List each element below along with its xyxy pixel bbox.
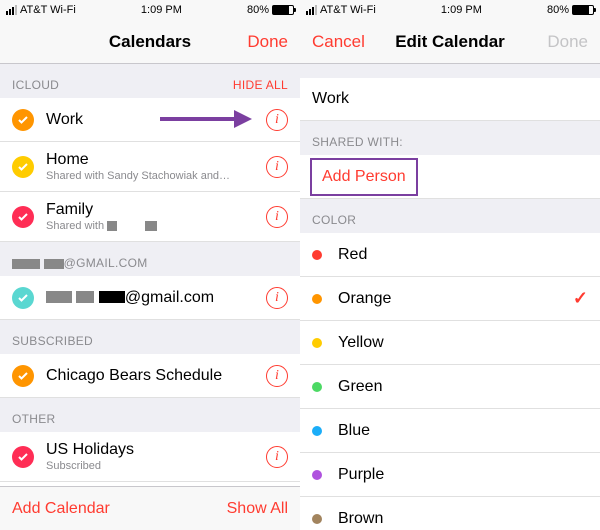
info-icon[interactable]: i [266,109,288,131]
color-row-green[interactable]: Green [300,365,600,409]
color-row-yellow[interactable]: Yellow [300,321,600,365]
cancel-button[interactable]: Cancel [312,32,365,52]
color-swatch [312,382,322,392]
color-swatch [312,470,322,480]
name-input[interactable] [312,90,588,108]
section-header-icloud: ICLOUD HIDE ALL [0,64,300,98]
info-icon[interactable]: i [266,287,288,309]
bottom-toolbar: Add Calendar Show All [0,486,300,530]
status-bar: AT&T Wi-Fi 1:09 PM 80% [300,0,600,20]
color-swatch [312,426,322,436]
done-button[interactable]: Done [247,32,288,52]
checkmark-icon: ✓ [573,288,588,309]
color-row-brown[interactable]: Brown [300,497,600,530]
hide-all-button[interactable]: HIDE ALL [233,78,288,92]
calendar-row-bears[interactable]: Chicago Bears Schedule i [0,354,300,398]
info-icon[interactable]: i [266,206,288,228]
calendar-row-birthdays[interactable]: Birthdays [0,482,300,486]
calendars-screen: AT&T Wi-Fi 1:09 PM 80% Calendars Done IC… [0,0,300,530]
annotation-highlight: Add Person [310,158,418,196]
info-icon[interactable]: i [266,365,288,387]
checkmark-icon [12,365,34,387]
add-person-row[interactable]: Add Person [300,155,600,199]
color-row-orange[interactable]: Orange✓ [300,277,600,321]
edit-form[interactable]: SHARED WITH: Add Person COLOR Red Orange… [300,64,600,530]
color-row-red[interactable]: Red [300,233,600,277]
calendar-row-gmail[interactable]: @gmail.com i [0,276,300,320]
color-swatch [312,338,322,348]
checkmark-icon [12,109,34,131]
color-row-blue[interactable]: Blue [300,409,600,453]
add-person-button[interactable]: Add Person [322,168,406,185]
section-header-shared: SHARED WITH: [300,121,600,155]
checkmark-icon [12,446,34,468]
info-icon[interactable]: i [266,156,288,178]
checkmark-icon [12,287,34,309]
calendar-row-usholidays[interactable]: US HolidaysSubscribed i [0,432,300,482]
section-header-subscribed: SUBSCRIBED [0,320,300,354]
add-calendar-button[interactable]: Add Calendar [12,500,110,518]
edit-calendar-screen: AT&T Wi-Fi 1:09 PM 80% Cancel Edit Calen… [300,0,600,530]
show-all-button[interactable]: Show All [227,500,288,518]
status-bar: AT&T Wi-Fi 1:09 PM 80% [0,0,300,20]
color-row-purple[interactable]: Purple [300,453,600,497]
calendar-row-home[interactable]: HomeShared with Sandy Stachowiak and… i [0,142,300,192]
section-header-other: OTHER [0,398,300,432]
nav-bar: Cancel Edit Calendar Done [300,20,600,64]
calendar-row-family[interactable]: FamilyShared with i [0,192,300,242]
color-swatch [312,250,322,260]
color-swatch [312,294,322,304]
checkmark-icon [12,156,34,178]
section-header-color: COLOR [300,199,600,233]
nav-bar: Calendars Done [0,20,300,64]
done-button[interactable]: Done [547,32,588,52]
calendar-name-field[interactable] [300,78,600,121]
calendar-row-work[interactable]: Work i [0,98,300,142]
section-header-gmail: @GMAIL.COM [0,242,300,276]
color-swatch [312,514,322,524]
calendar-list[interactable]: ICLOUD HIDE ALL Work i HomeShared with S… [0,64,300,486]
info-icon[interactable]: i [266,446,288,468]
time: 1:09 PM [141,4,182,16]
checkmark-icon [12,206,34,228]
